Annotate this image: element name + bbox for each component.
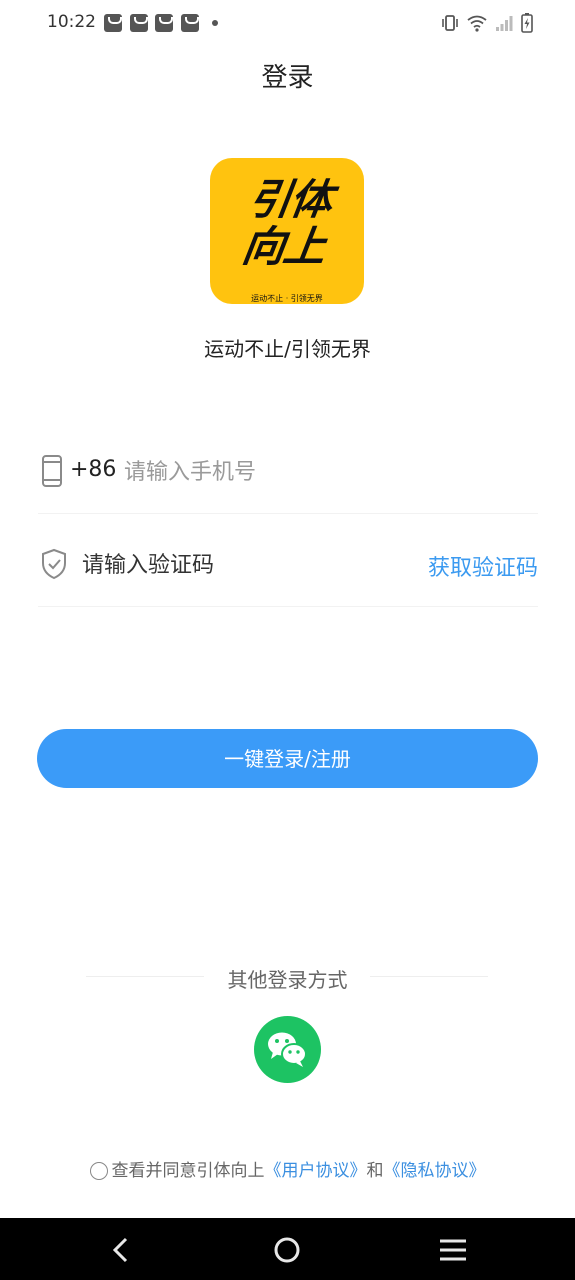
bag-notification-icon [155,14,173,32]
system-nav-bar [0,1218,575,1280]
slogan: 运动不止/引领无界 [204,337,371,361]
logo-subtitle: 运动不止 · 引领无界 [251,294,323,303]
bag-notification-icon [130,14,148,32]
app-logo: 引体 向上 运动不止 · 引领无界 [210,158,364,304]
code-row: 获取验证码 [38,540,538,607]
bag-notification-icon [104,14,122,32]
agreement-checkbox[interactable] [89,1162,108,1180]
status-time: 10:22 [47,12,96,32]
agreement-and: 和 [366,1161,384,1181]
login-screen: 10:22 登录 引体 向上 运动不止 · 引领无界 运动不止/引领无界 +86… [0,0,575,1280]
agreement-row: 查看并同意引体向上《用户协议》和《隐私协议》 [0,1156,575,1181]
battery-charging-icon [521,13,533,33]
login-register-button[interactable]: 一键登录/注册 [37,729,538,788]
menu-icon[interactable] [433,1230,473,1270]
phone-input[interactable] [124,455,504,489]
agreement-prefix: 查看并同意引体向上 [111,1161,265,1181]
vibrate-icon [442,15,458,31]
country-code[interactable]: +86 [70,457,116,482]
get-code-button[interactable]: 获取验证码 [428,550,538,582]
logo-text: 引体 向上 [239,175,335,271]
privacy-agreement-link[interactable]: 《隐私协议》 [384,1161,486,1181]
bag-notification-icon [181,14,199,32]
signal-icon [496,16,513,31]
verification-code-input[interactable] [82,548,382,582]
status-icons [441,13,533,33]
page-title: 登录 [261,63,314,93]
wifi-icon [467,15,487,32]
status-bar: 10:22 [0,0,575,48]
user-agreement-link[interactable]: 《用户协议》 [265,1161,367,1181]
more-notifications-icon [212,20,218,26]
phone-row: +86 [38,447,538,514]
wechat-login-button[interactable] [254,1016,321,1083]
back-icon[interactable] [101,1230,141,1270]
other-login-label: 其他登录方式 [227,968,348,992]
wechat-icon [268,1032,307,1067]
phone-icon [42,455,62,487]
home-icon[interactable] [267,1230,307,1270]
shield-check-icon [42,548,66,580]
